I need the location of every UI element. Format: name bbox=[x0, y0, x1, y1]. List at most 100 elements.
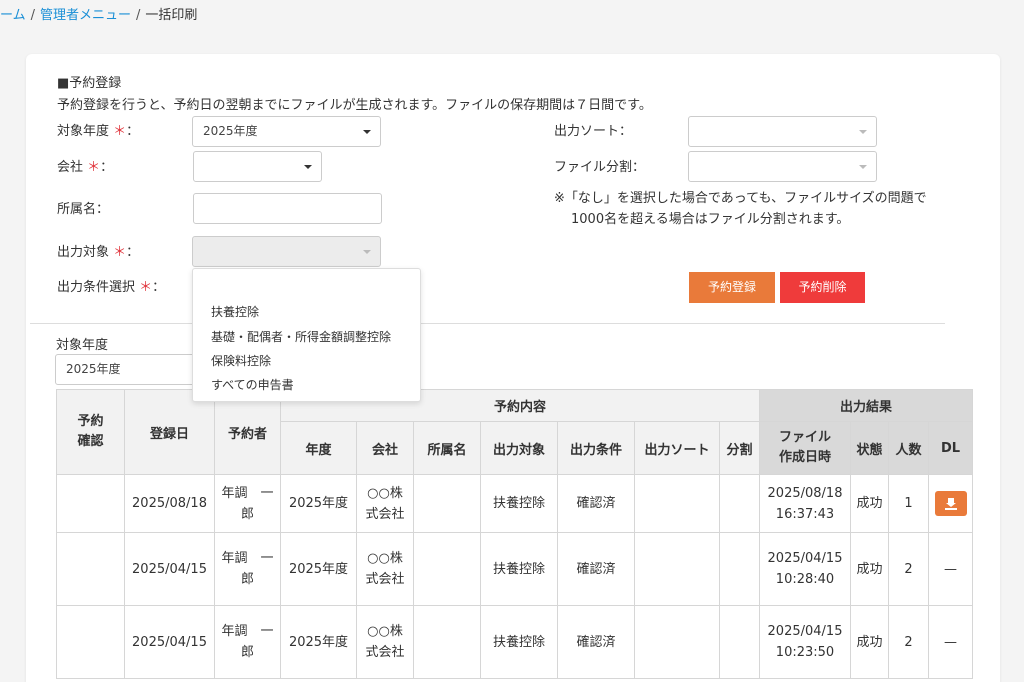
condition-label: 出力条件選択 ＊： bbox=[57, 280, 166, 295]
year-label: 対象年度 ＊： bbox=[57, 124, 140, 139]
cell-split bbox=[719, 605, 760, 679]
company-select[interactable] bbox=[193, 151, 322, 182]
cell-count: 2 bbox=[888, 605, 929, 679]
required-mark: ＊ bbox=[113, 124, 127, 139]
cell-status: 成功 bbox=[850, 474, 889, 533]
required-mark: ＊ bbox=[87, 160, 101, 175]
split-note-line1: ※「なし」を選択した場合であっても、ファイルサイズの問題で bbox=[554, 191, 927, 206]
chevron-down-icon bbox=[859, 165, 867, 169]
cell-reg-date: 2025/08/18 bbox=[124, 474, 215, 533]
header-year: 年度 bbox=[280, 421, 357, 475]
breadcrumb-separator: / bbox=[136, 8, 141, 23]
dropdown-option[interactable]: 保険料控除 bbox=[211, 352, 271, 369]
required-mark: ＊ bbox=[139, 280, 153, 295]
dept-input[interactable] bbox=[193, 193, 382, 224]
table-row: 2025/04/15 年調 一 郎 2025年度 ○○株 式会社 扶養控除 確認… bbox=[56, 605, 973, 679]
split-label: ファイル分割： bbox=[554, 160, 646, 175]
split-select[interactable] bbox=[688, 151, 877, 182]
header-confirm: 予約 確認 bbox=[56, 389, 125, 475]
cell-status: 成功 bbox=[850, 605, 889, 679]
header-result-group: 出力結果 bbox=[759, 389, 973, 422]
cell-file-date: 2025/08/18 16:37:43 bbox=[759, 474, 851, 533]
header-status: 状態 bbox=[850, 421, 889, 475]
header-sort: 出力ソート bbox=[634, 421, 720, 475]
delete-button[interactable]: 予約削除 bbox=[780, 272, 865, 303]
cell-split bbox=[719, 532, 760, 606]
dropdown-option[interactable]: 扶養控除 bbox=[211, 303, 259, 320]
chevron-down-icon bbox=[304, 165, 312, 169]
breadcrumb-home-link[interactable]: ーム bbox=[0, 8, 26, 23]
header-condition: 出力条件 bbox=[557, 421, 635, 475]
cell-sort bbox=[634, 532, 720, 606]
chevron-down-icon bbox=[859, 130, 867, 134]
filter-year-value: 2025年度 bbox=[66, 362, 121, 376]
header-company: 会社 bbox=[356, 421, 414, 475]
cell-reserver: 年調 一 郎 bbox=[214, 605, 281, 679]
cell-company: ○○株 式会社 bbox=[356, 605, 414, 679]
header-split: 分割 bbox=[719, 421, 760, 475]
cell-company: ○○株 式会社 bbox=[356, 532, 414, 606]
dropdown-option[interactable]: すべての申告書 bbox=[211, 376, 294, 393]
cell-condition: 確認済 bbox=[557, 474, 635, 533]
cell-target: 扶養控除 bbox=[480, 605, 558, 679]
breadcrumb-admin-link[interactable]: 管理者メニュー bbox=[40, 8, 131, 23]
reserve-button[interactable]: 予約登録 bbox=[689, 272, 775, 303]
cell-target: 扶養控除 bbox=[480, 474, 558, 533]
filter-year-label: 対象年度 bbox=[56, 338, 109, 353]
cell-reg-date: 2025/04/15 bbox=[124, 532, 215, 606]
filter-year-select[interactable]: 2025年度 bbox=[55, 354, 215, 385]
chevron-down-icon bbox=[363, 250, 371, 254]
cell-confirm bbox=[56, 474, 125, 533]
year-select-value: 2025年度 bbox=[203, 124, 258, 138]
split-note-line2: 1000名を超える場合はファイル分割されます。 bbox=[571, 212, 850, 227]
cell-count: 2 bbox=[888, 532, 929, 606]
target-label: 出力対象 ＊： bbox=[57, 245, 140, 260]
cell-sort bbox=[634, 474, 720, 533]
cell-dl bbox=[928, 474, 973, 533]
breadcrumb: ーム / 管理者メニュー / 一括印刷 bbox=[0, 4, 197, 24]
cell-company: ○○株 式会社 bbox=[356, 474, 414, 533]
breadcrumb-current: 一括印刷 bbox=[145, 8, 198, 23]
table-row: 2025/08/18 年調 一 郎 2025年度 ○○株 式会社 扶養控除 確認… bbox=[56, 474, 973, 533]
cell-reg-date: 2025/04/15 bbox=[124, 605, 215, 679]
cell-dept bbox=[413, 474, 481, 533]
sort-label: 出力ソート： bbox=[554, 124, 633, 139]
cell-dept bbox=[413, 532, 481, 606]
header-dept: 所属名 bbox=[413, 421, 481, 475]
required-mark: ＊ bbox=[113, 245, 127, 260]
header-reserver: 予約者 bbox=[214, 389, 281, 475]
sort-select[interactable] bbox=[688, 116, 877, 147]
cell-file-date: 2025/04/15 10:23:50 bbox=[759, 605, 851, 679]
cell-year: 2025年度 bbox=[280, 532, 357, 606]
cell-target: 扶養控除 bbox=[480, 532, 558, 606]
header-target: 出力対象 bbox=[480, 421, 558, 475]
cell-sort bbox=[634, 605, 720, 679]
cell-reserver: 年調 一 郎 bbox=[214, 532, 281, 606]
divider bbox=[30, 323, 945, 324]
cell-confirm bbox=[56, 605, 125, 679]
cell-dl: — bbox=[928, 532, 973, 606]
cell-year: 2025年度 bbox=[280, 605, 357, 679]
cell-file-date: 2025/04/15 10:28:40 bbox=[759, 532, 851, 606]
cell-reserver: 年調 一 郎 bbox=[214, 474, 281, 533]
target-select[interactable] bbox=[192, 236, 381, 267]
cell-confirm bbox=[56, 532, 125, 606]
cell-condition: 確認済 bbox=[557, 605, 635, 679]
dropdown-option[interactable]: 基礎・配偶者・所得金額調整控除 bbox=[211, 328, 391, 345]
cell-count: 1 bbox=[888, 474, 929, 533]
header-file-date: ファイル 作成日時 bbox=[759, 421, 851, 475]
header-reg-date: 登録日 bbox=[124, 389, 215, 475]
table-row: 2025/04/15 年調 一 郎 2025年度 ○○株 式会社 扶養控除 確認… bbox=[56, 532, 973, 606]
dept-label: 所属名： bbox=[57, 202, 110, 217]
header-count: 人数 bbox=[888, 421, 929, 475]
download-button[interactable] bbox=[934, 491, 967, 516]
cell-split bbox=[719, 474, 760, 533]
results-table: 予約 確認 登録日 予約者 予約内容 出力結果 年度 会社 所属名 出力対象 出… bbox=[56, 389, 973, 679]
cell-condition: 確認済 bbox=[557, 532, 635, 606]
section-description: 予約登録を行うと、予約日の翌朝までにファイルが生成されます。ファイルの保存期間は… bbox=[57, 98, 652, 113]
header-dl: DL bbox=[928, 421, 973, 475]
section-title: ■予約登録 bbox=[57, 76, 122, 91]
condition-dropdown-menu: 扶養控除 基礎・配偶者・所得金額調整控除 保険料控除 すべての申告書 bbox=[192, 268, 421, 402]
year-select[interactable]: 2025年度 bbox=[192, 116, 381, 147]
cell-dl: — bbox=[928, 605, 973, 679]
